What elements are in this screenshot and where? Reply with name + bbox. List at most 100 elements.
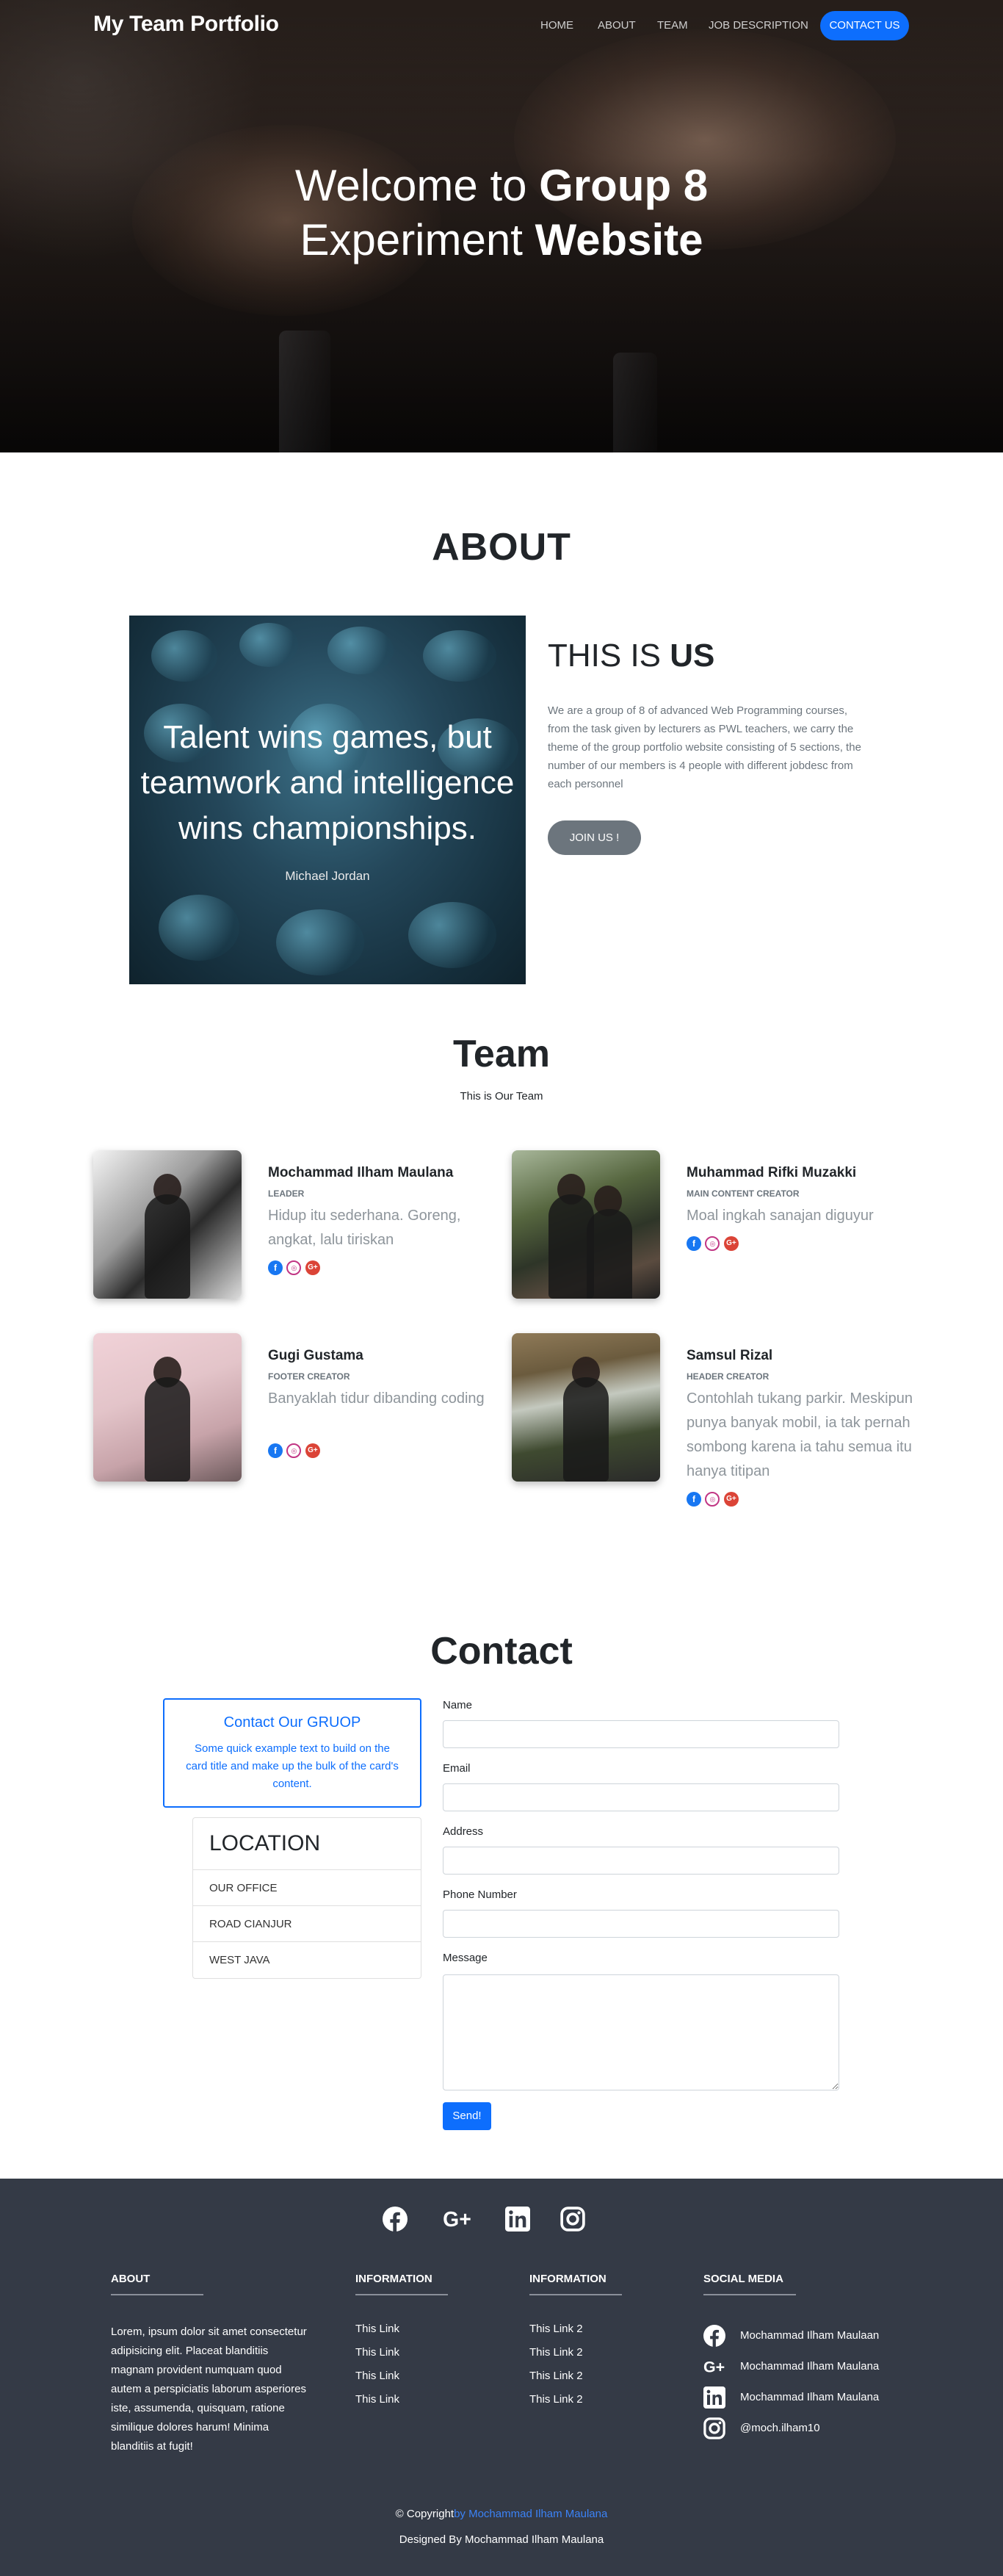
hero-title-bold: Website: [535, 215, 703, 264]
hero-section: My Team Portfolio HOME ABOUT TEAM JOB DE…: [0, 0, 1003, 452]
hero-title: Welcome to Group 8 Experiment Website: [0, 159, 1003, 267]
facebook-icon[interactable]: [383, 2207, 408, 2232]
member-photo-figure: [145, 1377, 190, 1482]
footer-link[interactable]: This Link: [355, 2346, 399, 2359]
member-photo: [512, 1150, 660, 1299]
copyright-prefix: © Copyright: [395, 2508, 455, 2520]
footer-link[interactable]: This Link 2: [529, 2323, 583, 2335]
google-plus-icon[interactable]: G+: [443, 2207, 472, 2232]
instagram-icon[interactable]: [560, 2207, 585, 2232]
facebook-icon[interactable]: f: [268, 1260, 283, 1275]
phone-label: Phone Number: [443, 1888, 517, 1901]
phone-field[interactable]: [443, 1910, 839, 1938]
team-member-card: Mochammad Ilham Maulana LEADER Hidup itu…: [93, 1150, 504, 1312]
svg-text:G+: G+: [703, 2359, 725, 2376]
member-social-links: f ◎ G+: [268, 1443, 321, 1458]
instagram-icon[interactable]: ◎: [705, 1492, 720, 1507]
name-field[interactable]: [443, 1720, 839, 1748]
google-plus-icon[interactable]: G+: [305, 1443, 320, 1458]
linkedin-icon: [703, 2386, 725, 2409]
team-member-card: Samsul Rizal HEADER CREATOR Contohlah tu…: [512, 1333, 923, 1507]
member-photo: [93, 1150, 242, 1299]
contact-card-title: Contact Our GRUOP: [223, 1714, 361, 1731]
send-button[interactable]: Send!: [443, 2102, 491, 2130]
nav-home-link[interactable]: HOME: [540, 19, 573, 32]
instagram-icon[interactable]: ◎: [286, 1443, 302, 1458]
about-subheading: THIS IS US: [548, 638, 714, 674]
nav-team-link[interactable]: TEAM: [657, 19, 688, 32]
member-name: Mochammad Ilham Maulana: [268, 1165, 454, 1180]
instagram-icon[interactable]: ◎: [286, 1260, 302, 1275]
copyright-author-link[interactable]: by Mochammad Ilham Maulana: [454, 2508, 607, 2520]
team-subtitle: This is Our Team: [460, 1090, 543, 1103]
team-member-card: Gugi Gustama FOOTER CREATOR Banyaklah ti…: [93, 1333, 504, 1495]
instagram-icon[interactable]: ◎: [705, 1236, 720, 1251]
facebook-icon[interactable]: f: [268, 1443, 283, 1458]
background-bubble: [159, 895, 239, 961]
designed-by: Designed By Mochammad Ilham Maulana: [399, 2533, 604, 2546]
footer: G+ ABOUT Lorem, ipsum dolor sit amet con…: [0, 2179, 1003, 2576]
footer-link[interactable]: This Link 2: [529, 2370, 583, 2382]
address-field[interactable]: [443, 1847, 839, 1875]
join-us-button[interactable]: JOIN US !: [548, 820, 641, 855]
facebook-icon[interactable]: f: [687, 1492, 701, 1507]
member-name: Muhammad Rifki Muzakki: [687, 1165, 857, 1180]
location-title: LOCATION: [193, 1818, 421, 1870]
google-plus-icon[interactable]: G+: [723, 1492, 739, 1507]
member-photo: [512, 1333, 660, 1482]
member-description: Contohlah tukang parkir. Meskipun punya …: [687, 1390, 913, 1479]
footer-social-label: Mochammad Ilham Maulana: [740, 2360, 880, 2373]
nav-about-link[interactable]: ABOUT: [598, 19, 636, 32]
footer-link[interactable]: This Link 2: [529, 2393, 583, 2406]
footer-information-title: INFORMATION: [355, 2273, 432, 2285]
footer-link[interactable]: This Link: [355, 2323, 399, 2335]
member-role: FOOTER CREATOR: [268, 1371, 350, 1382]
quote-author: Michael Jordan: [285, 869, 370, 883]
member-description: Moal ingkah sanajan diguyur: [687, 1208, 874, 1224]
about-heading: ABOUT: [432, 526, 571, 569]
member-photo-figure: [145, 1194, 190, 1299]
footer-link[interactable]: This Link 2: [529, 2346, 583, 2359]
footer-link[interactable]: This Link: [355, 2393, 399, 2406]
contact-heading: Contact: [430, 1630, 573, 1673]
google-plus-icon: G+: [703, 2359, 725, 2376]
footer-divider: [355, 2294, 448, 2295]
footer-social-label: @moch.ilham10: [740, 2422, 820, 2434]
footer-divider: [111, 2294, 203, 2295]
google-plus-icon[interactable]: G+: [305, 1260, 320, 1275]
contact-us-button[interactable]: CONTACT US: [820, 11, 909, 40]
location-item: WEST JAVA: [209, 1954, 270, 1966]
hero-title-light: Welcome to: [294, 161, 540, 210]
nav-job-description-link[interactable]: JOB DESCRIPTION: [709, 19, 808, 32]
message-label: Message: [443, 1952, 488, 1964]
brand-link[interactable]: My Team Portfolio: [93, 12, 279, 37]
footer-divider: [703, 2294, 796, 2295]
member-name: Samsul Rizal: [687, 1348, 773, 1363]
member-social-links: f ◎ G+: [268, 1260, 321, 1275]
background-bubble: [408, 902, 496, 968]
message-field[interactable]: [443, 1974, 839, 2090]
linkedin-icon[interactable]: [505, 2207, 530, 2232]
team-heading: Team: [453, 1033, 550, 1075]
location-item: ROAD CIANJUR: [193, 1906, 421, 1942]
member-name: Gugi Gustama: [268, 1348, 363, 1363]
address-label: Address: [443, 1825, 484, 1838]
background-bubble: [151, 630, 217, 682]
footer-link[interactable]: This Link: [355, 2370, 399, 2382]
hero-title-light: Experiment: [300, 215, 535, 264]
footer-social-label: Mochammad Ilham Maulana: [740, 2391, 880, 2403]
background-bubble: [276, 909, 364, 975]
location-item: OUR OFFICE: [193, 1870, 421, 1906]
facebook-icon: [703, 2325, 725, 2347]
member-role: MAIN CONTENT CREATOR: [687, 1188, 800, 1199]
hero-title-bold: Group 8: [539, 161, 709, 210]
svg-text:G+: G+: [443, 2208, 471, 2232]
background-bubble: [423, 630, 496, 682]
google-plus-icon[interactable]: G+: [723, 1236, 739, 1251]
quote-image: Talent wins games, but teamwork and inte…: [129, 616, 526, 984]
email-field[interactable]: [443, 1783, 839, 1811]
team-member-card: Muhammad Rifki Muzakki MAIN CONTENT CREA…: [512, 1150, 923, 1312]
about-subheading-light: THIS IS: [548, 638, 670, 674]
quote-text: Talent wins games, but teamwork and inte…: [140, 719, 515, 846]
facebook-icon[interactable]: f: [687, 1236, 701, 1251]
